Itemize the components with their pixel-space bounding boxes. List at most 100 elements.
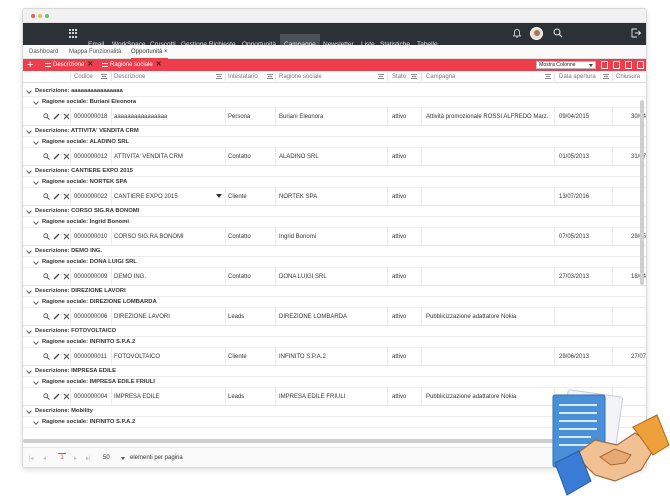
next-page-icon[interactable]: ▸: [74, 455, 77, 462]
edit-pencil-icon[interactable]: [53, 313, 60, 320]
tab-mappa-funzionalita[interactable]: Mappa Funzionalità: [69, 45, 121, 59]
user-avatar[interactable]: [530, 27, 543, 40]
column-filter-icon[interactable]: [545, 74, 551, 79]
edit-pencil-icon[interactable]: [53, 353, 60, 360]
delete-x-icon[interactable]: [63, 113, 70, 120]
chevron-down-icon[interactable]: [33, 299, 39, 305]
search-icon[interactable]: [43, 193, 50, 200]
chevron-down-icon[interactable]: [26, 168, 32, 174]
search-icon[interactable]: [43, 273, 50, 280]
group-header-ragione-sociale[interactable]: Ragione sociale: Ingrid Bonomi: [23, 217, 646, 228]
delete-x-icon[interactable]: [63, 153, 70, 160]
col-descrizione[interactable]: Descrizione: [114, 71, 145, 83]
search-icon[interactable]: [43, 353, 50, 360]
lock-icon[interactable]: [637, 61, 644, 69]
search-icon[interactable]: [553, 28, 563, 38]
chevron-down-icon[interactable]: [121, 457, 125, 460]
delete-x-icon[interactable]: [63, 313, 70, 320]
refresh-icon[interactable]: [601, 61, 608, 69]
logout-icon[interactable]: [631, 28, 641, 38]
col-campagna[interactable]: Campagna: [426, 71, 455, 83]
chevron-down-icon[interactable]: [33, 179, 39, 185]
table-row[interactable]: 0000000006 DIREZIONE LAVORI Leads DIREZIONE…: [23, 308, 646, 326]
add-filter-icon[interactable]: +: [27, 59, 33, 71]
group-header-descrizione[interactable]: Descrizione: IMPRESA EDILE: [23, 366, 646, 377]
group-header-descrizione[interactable]: Descrizione: aaaaaaaaaaaaaaaa: [23, 86, 646, 97]
column-filter-icon[interactable]: [267, 74, 273, 79]
col-chiusura[interactable]: Chiusura: [616, 71, 640, 83]
horizontal-scrollbar[interactable]: [23, 439, 553, 443]
search-icon[interactable]: [43, 153, 50, 160]
chevron-down-icon[interactable]: [26, 368, 32, 374]
group-header-ragione-sociale[interactable]: Ragione sociale: INFINITO S.P.A.2: [23, 337, 646, 348]
delete-x-icon[interactable]: [63, 193, 70, 200]
chevron-down-icon[interactable]: [26, 408, 32, 414]
table-row[interactable]: 0000000012 ATTIVITA' VENDITA CRM Contatto A…: [23, 148, 646, 166]
apps-grid-icon[interactable]: [69, 29, 78, 38]
chevron-down-icon[interactable]: [33, 339, 39, 345]
bell-icon[interactable]: [513, 29, 521, 38]
show-columns-select[interactable]: Mostra Colonne: [536, 61, 596, 69]
col-codice[interactable]: Codice: [74, 71, 93, 83]
group-header-descrizione[interactable]: Descrizione: CORSO SIG.RA BONOMI: [23, 206, 646, 217]
close-window-dot[interactable]: [31, 14, 35, 18]
table-row[interactable]: 0000000009 DEMO ING. Contatto DONA LUIGI SR…: [23, 268, 646, 286]
col-ragione-sociale[interactable]: Ragione sociale: [279, 71, 322, 83]
chevron-down-icon[interactable]: [26, 88, 32, 94]
chevron-down-icon[interactable]: [33, 379, 39, 385]
col-intestatario[interactable]: Intestatario: [228, 71, 258, 83]
current-page[interactable]: 1: [58, 453, 66, 462]
page-size-select[interactable]: 50: [103, 455, 110, 461]
filter-chip-descrizione[interactable]: Descrizione ✕: [43, 60, 93, 70]
filter-funnel-icon[interactable]: [216, 194, 222, 198]
remove-filter-icon[interactable]: ✕: [87, 60, 93, 70]
table-row[interactable]: 0000000011 FOTOVOLTAICO Cliente INFINITO S.…: [23, 348, 646, 366]
chevron-down-icon[interactable]: [26, 248, 32, 254]
group-header-descrizione[interactable]: Descrizione: DIREZIONE LAVORI: [23, 286, 646, 297]
chevron-down-icon[interactable]: [33, 139, 39, 145]
table-row[interactable]: 0000000010 CORSO SIG.RA BONOMI Contatto Ing…: [23, 228, 646, 246]
chevron-down-icon[interactable]: [33, 99, 39, 105]
remove-filter-icon[interactable]: ✕: [156, 60, 162, 70]
first-page-icon[interactable]: |◂: [29, 455, 34, 462]
tab-opportunita[interactable]: Opportunità ×: [131, 45, 168, 59]
edit-pencil-icon[interactable]: [53, 233, 60, 240]
search-icon[interactable]: [43, 233, 50, 240]
group-header-descrizione[interactable]: Descrizione: DEMO ING.: [23, 246, 646, 257]
column-filter-icon[interactable]: [378, 74, 384, 79]
edit-pencil-icon[interactable]: [53, 273, 60, 280]
chevron-down-icon[interactable]: [26, 208, 32, 214]
column-filter-icon[interactable]: [603, 74, 609, 79]
table-row[interactable]: 0000000018 aaaaaaaaaaaaaaaa Persona Buriani…: [23, 108, 646, 126]
column-filter-icon[interactable]: [411, 74, 417, 79]
chevron-down-icon[interactable]: [33, 259, 39, 265]
col-stato[interactable]: Stato: [392, 71, 406, 83]
last-page-icon[interactable]: ▸|: [86, 455, 91, 462]
filter-chip-ragione-sociale[interactable]: Ragione sociale ✕: [100, 60, 162, 70]
search-icon[interactable]: [43, 313, 50, 320]
group-header-descrizione[interactable]: Descrizione: ATTIVITA' VENDITA CRM: [23, 126, 646, 137]
save-icon[interactable]: [625, 61, 632, 69]
chevron-down-icon[interactable]: [26, 328, 32, 334]
edit-pencil-icon[interactable]: [53, 193, 60, 200]
column-filter-icon[interactable]: [216, 74, 222, 79]
delete-x-icon[interactable]: [63, 393, 70, 400]
print-icon[interactable]: [613, 61, 620, 69]
edit-pencil-icon[interactable]: [53, 113, 60, 120]
table-row[interactable]: 0000000022 CANTIERE EXPO 2015 Cliente NORTE…: [23, 188, 646, 206]
chevron-down-icon[interactable]: [26, 128, 32, 134]
chevron-down-icon[interactable]: [26, 288, 32, 294]
group-header-ragione-sociale[interactable]: Ragione sociale: DIREZIONE LOMBARDA: [23, 297, 646, 308]
close-tab-icon[interactable]: ×: [164, 49, 168, 55]
chevron-down-icon[interactable]: [33, 219, 39, 225]
group-header-ragione-sociale[interactable]: Ragione sociale: Buriani Eleonora: [23, 97, 646, 108]
group-header-ragione-sociale[interactable]: Ragione sociale: ALADINO SRL: [23, 137, 646, 148]
maximize-window-dot[interactable]: [45, 14, 49, 18]
delete-x-icon[interactable]: [63, 273, 70, 280]
group-header-descrizione[interactable]: Descrizione: CANTIERE EXPO 2015: [23, 166, 646, 177]
minimize-window-dot[interactable]: [38, 14, 42, 18]
delete-x-icon[interactable]: [63, 353, 70, 360]
search-icon[interactable]: [43, 393, 50, 400]
group-header-descrizione[interactable]: Descrizione: FOTOVOLTAICO: [23, 326, 646, 337]
chevron-down-icon[interactable]: [33, 419, 39, 425]
